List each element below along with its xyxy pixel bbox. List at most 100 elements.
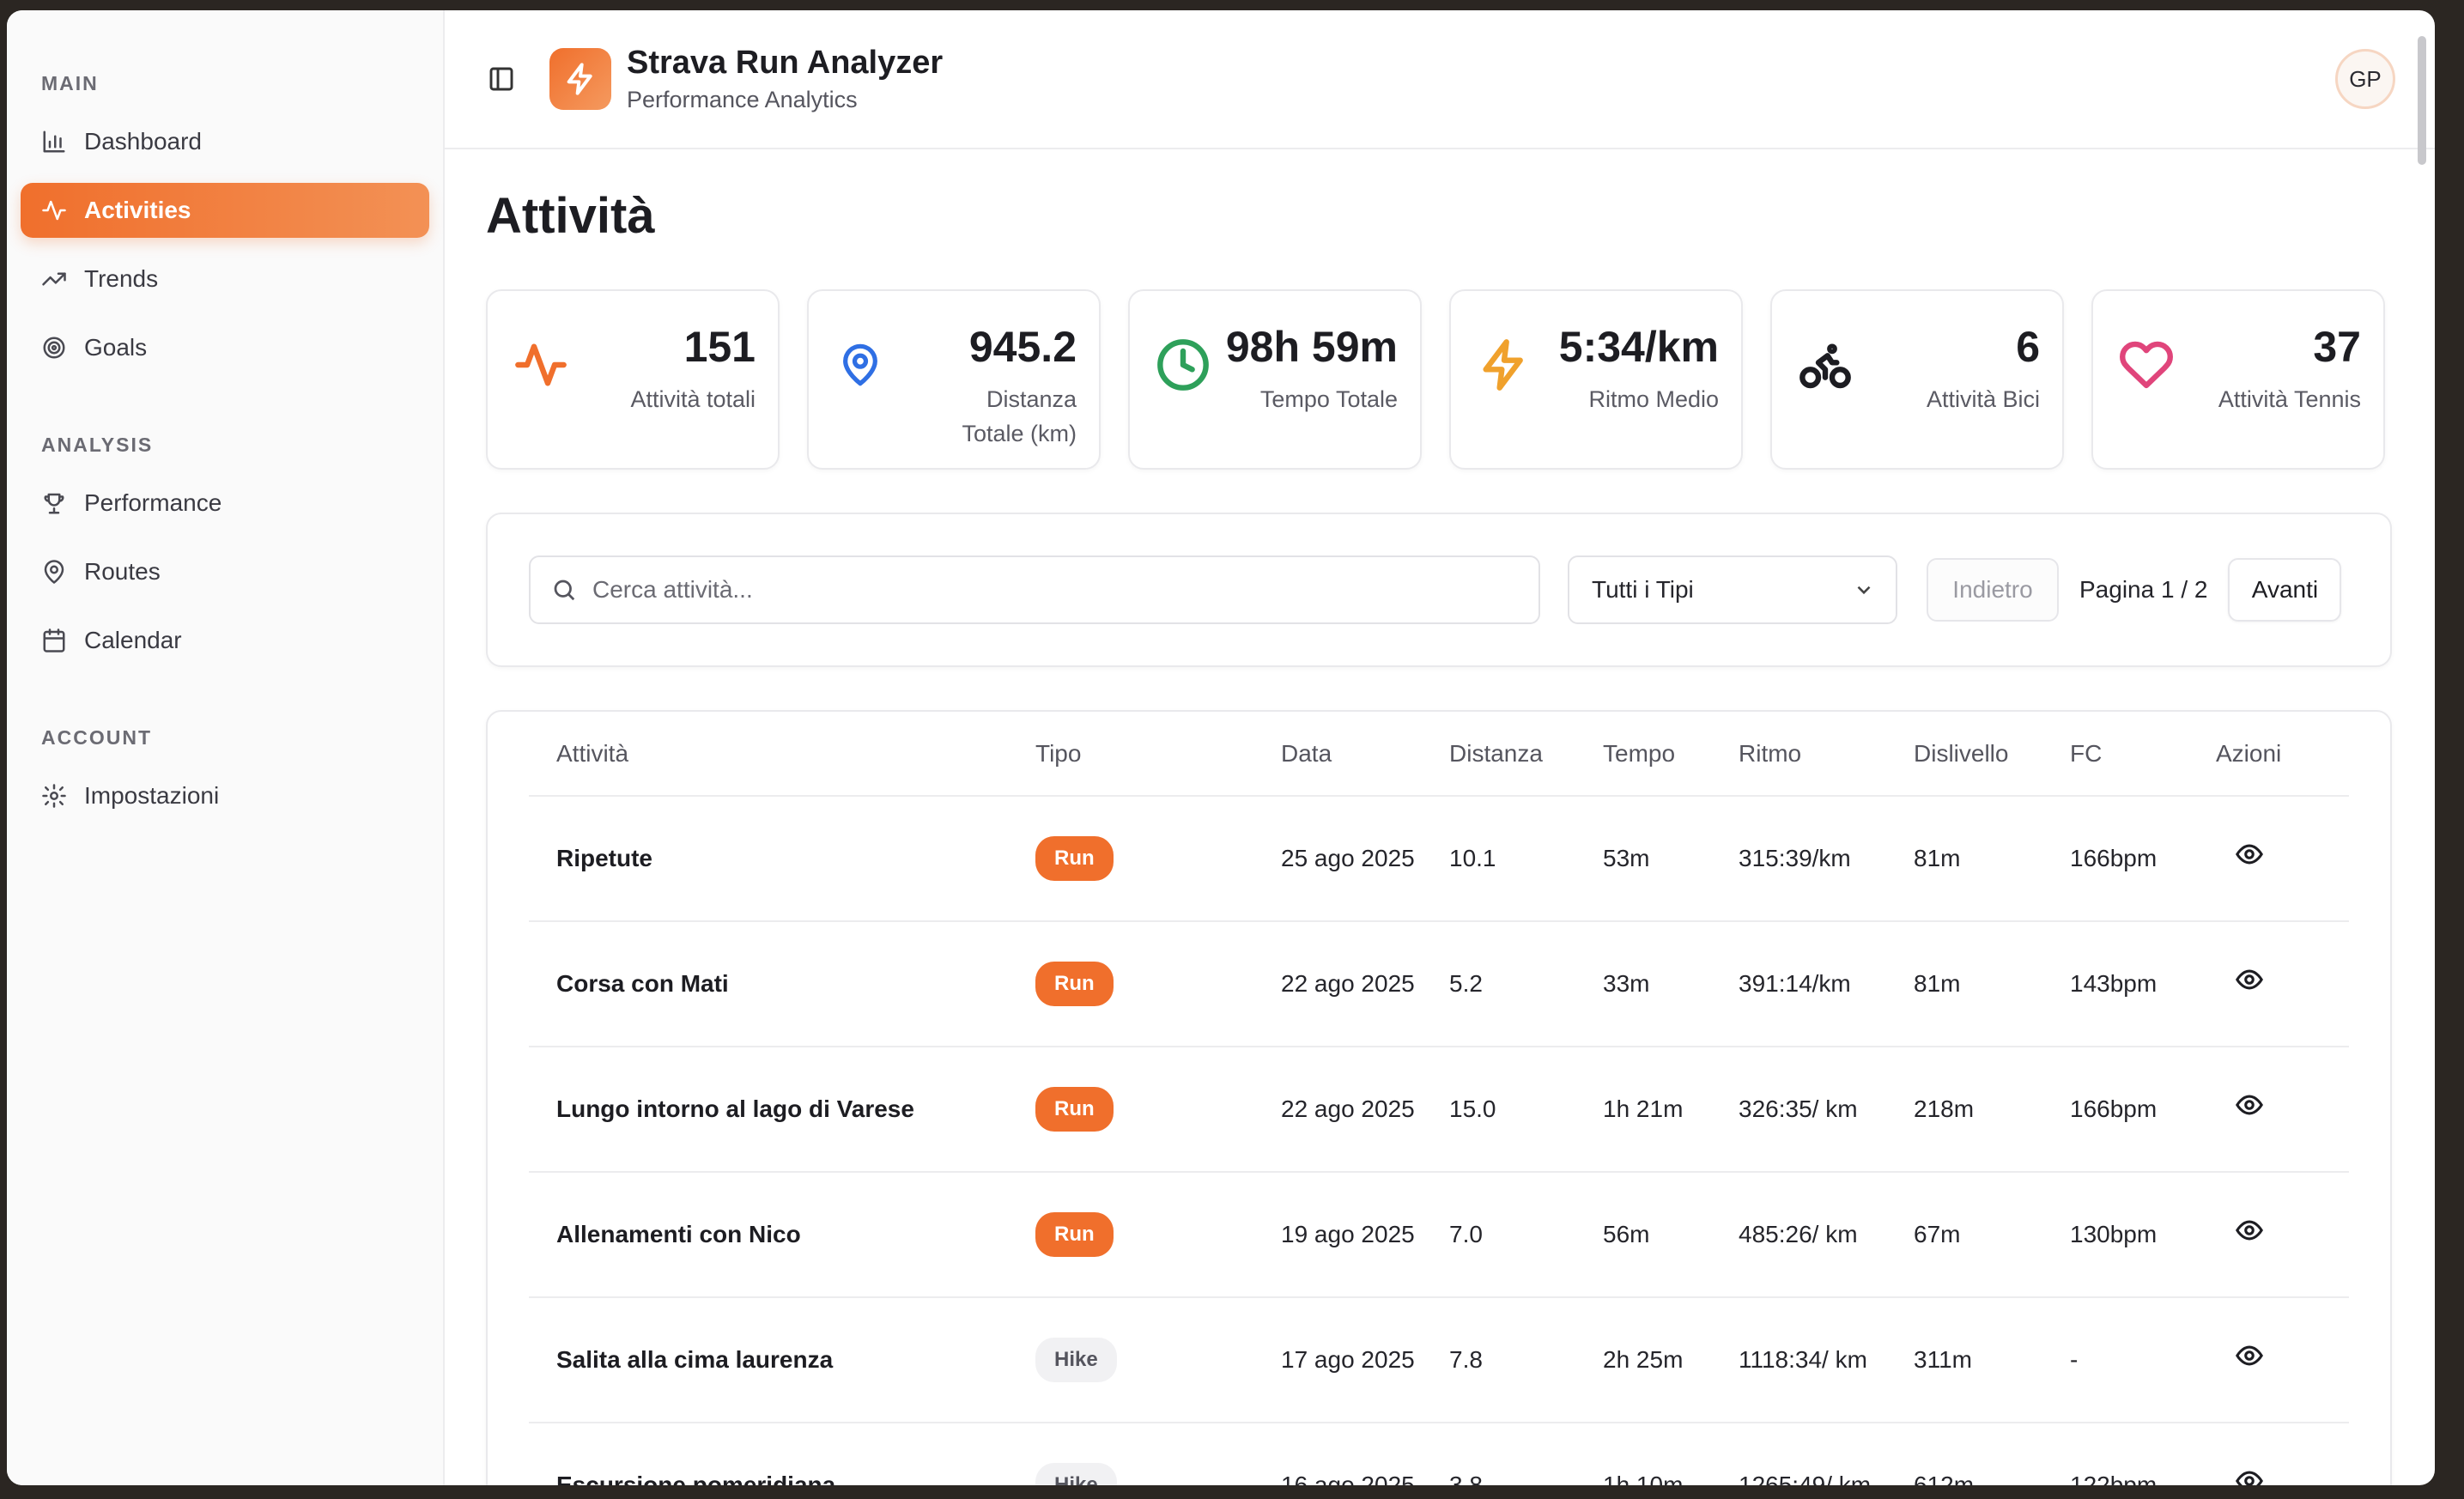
- eye-icon: [2236, 844, 2263, 864]
- prev-page-button[interactable]: Indietro: [1927, 558, 2059, 622]
- sidebar-item-label: Activities: [84, 197, 191, 223]
- page-title: Attività: [486, 188, 655, 244]
- search-box[interactable]: [529, 555, 1540, 624]
- pace-cell: 391:14/km: [1739, 921, 1914, 1047]
- sidebar-toggle-button[interactable]: [488, 65, 515, 93]
- table-row[interactable]: Ripetute Run 25 ago 2025 10.1 53m 315:39/km 81…: [529, 796, 2349, 922]
- stats-row: 151 Attività totali 945.2 Distanza Total…: [486, 289, 2392, 470]
- gear-icon: [42, 784, 66, 808]
- activities-table-card: Attività Tipo Data Distanza Tempo Ritmo …: [486, 710, 2392, 1485]
- type-select[interactable]: Tutti i Tipi: [1568, 555, 1897, 624]
- sidebar-item-trends[interactable]: Trends: [21, 252, 429, 306]
- distance-cell: 7.0: [1449, 1172, 1603, 1298]
- type-badge: Run: [1035, 1087, 1114, 1132]
- app-title: Strava Run Analyzer: [627, 45, 944, 81]
- stat-card-avg-pace: 5:34/km Ritmo Medio: [1449, 289, 1743, 470]
- time-cell: 1h 21m: [1603, 1047, 1739, 1173]
- pace-cell: 326:35/ km: [1739, 1047, 1914, 1173]
- activity-name[interactable]: Corsa con Mati: [529, 921, 1035, 1047]
- column-header: Ritmo: [1739, 712, 1914, 797]
- sidebar-section-analysis-title: ANALYSIS: [41, 434, 154, 456]
- sidebar-item-routes[interactable]: Routes: [21, 544, 429, 599]
- view-activity-button[interactable]: [2216, 921, 2349, 1047]
- page-content: Attività 151 Attività totali 945.2 Dista…: [445, 149, 2435, 1485]
- view-activity-button[interactable]: [2216, 1423, 2349, 1485]
- avatar[interactable]: GP: [2335, 49, 2395, 109]
- stat-card-total-distance: 945.2 Distanza Totale (km): [807, 289, 1101, 470]
- table-header-row: Attività Tipo Data Distanza Tempo Ritmo …: [529, 712, 2349, 797]
- type-cell: Run: [1035, 796, 1281, 922]
- activity-icon: [42, 200, 66, 221]
- sidebar-item-label: Performance: [84, 489, 222, 516]
- zap-icon: [567, 63, 592, 95]
- table-row[interactable]: Corsa con Mati Run 22 ago 2025 5.2 33m 391:14…: [529, 921, 2349, 1047]
- app-window: MAIN Dashboard Activities Trends Goals A…: [7, 10, 2435, 1485]
- distance-cell: 10.1: [1449, 796, 1603, 922]
- type-cell: Run: [1035, 1172, 1281, 1298]
- view-activity-button[interactable]: [2216, 1172, 2349, 1298]
- scrollbar[interactable]: [2418, 36, 2426, 165]
- sidebar-item-dashboard[interactable]: Dashboard: [21, 114, 429, 169]
- filter-bar: Tutti i Tipi Indietro Pagina 1 / 2 Avant…: [486, 513, 2392, 667]
- type-badge: Run: [1035, 962, 1114, 1006]
- elevation-cell: 311m: [1914, 1297, 2070, 1423]
- sidebar-section-main-title: MAIN: [41, 72, 99, 94]
- elevation-cell: 81m: [1914, 921, 2070, 1047]
- table-row[interactable]: Salita alla cima laurenza Hike 17 ago 2025…: [529, 1297, 2349, 1423]
- table-row[interactable]: Escursione pomeridiana Hike 16 ago 2025 3.8…: [529, 1423, 2349, 1485]
- zap-icon: [1483, 339, 1523, 391]
- next-page-button[interactable]: Avanti: [2228, 558, 2342, 622]
- column-header: Attività: [529, 712, 1035, 797]
- chevron-down-icon: [1857, 586, 1871, 595]
- type-cell: Hike: [1035, 1297, 1281, 1423]
- activity-name[interactable]: Allenamenti con Nico: [529, 1172, 1035, 1298]
- heart-rate-cell: 122bpm: [2070, 1423, 2216, 1485]
- sidebar-item-calendar[interactable]: Calendar: [21, 613, 429, 668]
- app-header: Strava Run Analyzer Performance Analytic…: [445, 10, 2435, 149]
- heart-rate-cell: 166bpm: [2070, 1047, 2216, 1173]
- bar-chart-icon: [43, 130, 65, 153]
- type-cell: Run: [1035, 1047, 1281, 1173]
- map-pin-icon: [843, 343, 877, 386]
- stat-card-total-time: 98h 59m Tempo Totale: [1128, 289, 1422, 470]
- table-row[interactable]: Lungo intorno al lago di Varese Run 22 ago…: [529, 1047, 2349, 1173]
- app-subtitle: Performance Analytics: [627, 87, 858, 112]
- table-row[interactable]: Allenamenti con Nico Run 19 ago 2025 7.0 56m…: [529, 1172, 2349, 1298]
- activity-name[interactable]: Lungo intorno al lago di Varese: [529, 1047, 1035, 1173]
- column-header: Data: [1281, 712, 1449, 797]
- sidebar-item-goals[interactable]: Goals: [21, 320, 429, 375]
- activity-name[interactable]: Salita alla cima laurenza: [529, 1297, 1035, 1423]
- distance-cell: 15.0: [1449, 1047, 1603, 1173]
- heart-icon: [2120, 341, 2173, 389]
- search-input[interactable]: [592, 576, 1494, 604]
- search-icon: [554, 580, 575, 601]
- activity-name[interactable]: Escursione pomeridiana: [529, 1423, 1035, 1485]
- type-select-value: Tutti i Tipi: [1592, 576, 1694, 603]
- sidebar-item-label: Impostazioni: [84, 782, 220, 809]
- sidebar-item-activities[interactable]: Activities: [21, 183, 429, 238]
- view-activity-button[interactable]: [2216, 796, 2349, 922]
- eye-icon: [2236, 1220, 2263, 1240]
- activity-name[interactable]: Ripetute: [529, 796, 1035, 922]
- sidebar-item-settings[interactable]: Impostazioni: [21, 768, 429, 823]
- eye-icon: [2236, 1095, 2263, 1114]
- elevation-cell: 67m: [1914, 1172, 2070, 1298]
- column-header: FC: [2070, 712, 2216, 797]
- type-badge: Run: [1035, 836, 1114, 881]
- elevation-cell: 218m: [1914, 1047, 2070, 1173]
- sidebar-item-performance[interactable]: Performance: [21, 476, 429, 531]
- time-cell: 53m: [1603, 796, 1739, 922]
- stat-card-total-activities: 151 Attività totali: [486, 289, 780, 470]
- activities-table: Attività Tipo Data Distanza Tempo Ritmo …: [529, 712, 2349, 1485]
- sidebar-item-label: Routes: [84, 558, 161, 585]
- heart-rate-cell: 143bpm: [2070, 921, 2216, 1047]
- sidebar-item-label: Dashboard: [84, 128, 202, 155]
- view-activity-button[interactable]: [2216, 1297, 2349, 1423]
- pace-cell: 1118:34/ km: [1739, 1297, 1914, 1423]
- distance-cell: 5.2: [1449, 921, 1603, 1047]
- elevation-cell: 612m: [1914, 1423, 2070, 1485]
- date-cell: 22 ago 2025: [1281, 1047, 1449, 1173]
- heart-rate-cell: -: [2070, 1297, 2216, 1423]
- distance-cell: 3.8: [1449, 1423, 1603, 1485]
- view-activity-button[interactable]: [2216, 1047, 2349, 1173]
